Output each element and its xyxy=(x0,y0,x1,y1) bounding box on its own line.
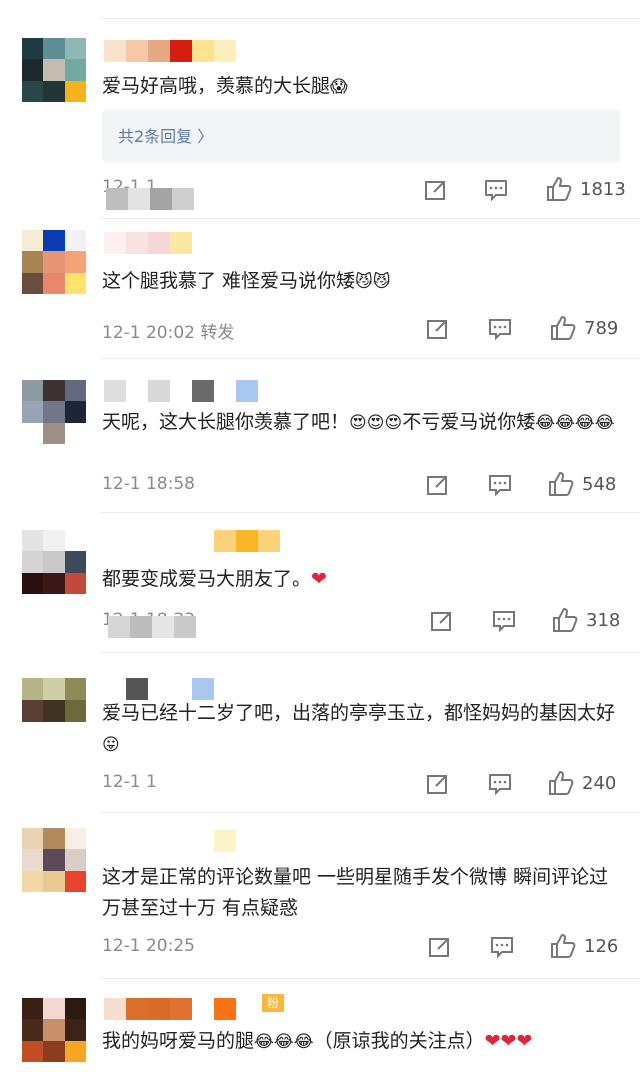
comment-icon xyxy=(488,317,512,341)
username-blurred[interactable] xyxy=(214,530,280,552)
like-icon xyxy=(552,607,578,633)
comment-time: 12-1 20:25 xyxy=(102,936,195,956)
divider xyxy=(100,358,640,359)
comment-time: 12-1 1 xyxy=(102,772,157,792)
comment-icon xyxy=(490,935,514,959)
share-button[interactable] xyxy=(426,317,450,341)
like-button[interactable]: 126 xyxy=(550,933,618,959)
blurred-mosaic xyxy=(106,188,194,210)
avatar[interactable] xyxy=(22,530,86,594)
like-button[interactable]: 240 xyxy=(548,770,616,796)
comment-button[interactable] xyxy=(488,473,512,497)
avatar[interactable] xyxy=(22,998,86,1062)
comment-7: 粉 我的妈呀爱马的腿😂😂😂（原谅我的关注点）❤❤❤ xyxy=(0,978,640,1072)
comment-text: 天呢，这大长腿你羡慕了吧！😍😍😍不亏爱马说你矮😂😂😂😂 xyxy=(102,411,615,433)
username-blurred[interactable] xyxy=(104,380,258,402)
comment-2: 这个腿我慕了 难怪爱马说你矮😼😼 12-1 20:02 转发 789 xyxy=(0,218,640,358)
username-blurred[interactable] xyxy=(126,678,214,700)
cat-emoji-icon: 😼😼 xyxy=(355,272,391,292)
avatar[interactable] xyxy=(22,678,86,722)
like-button[interactable]: 1813 xyxy=(546,176,626,202)
share-button[interactable] xyxy=(426,473,450,497)
comment-icon xyxy=(492,609,516,633)
laughing-emoji-icon: 😂😂😂😂 xyxy=(535,413,615,433)
like-icon xyxy=(546,176,572,202)
divider xyxy=(100,18,640,19)
comment-text: 爱马已经十二岁了吧，出落的亭亭玉立，都怪妈妈的基因太好😛 xyxy=(102,702,616,755)
share-icon xyxy=(426,317,450,341)
comment-3: 天呢，这大长腿你羡慕了吧！😍😍😍不亏爱马说你矮😂😂😂😂 12-1 18:58 5… xyxy=(0,358,640,512)
share-icon xyxy=(424,178,448,202)
reply-thread-link[interactable]: 共2条回复 〉 xyxy=(102,110,620,162)
comment-1: 爱马好高哦，羡慕的大长腿😱 共2条回复 〉 12-1 1 1813 xyxy=(0,0,640,218)
avatar[interactable] xyxy=(22,380,86,444)
comment-6: 这才是正常的评论数量吧 一些明星随手发个微博 瞬间评论过万甚至过十万 有点疑惑 … xyxy=(0,812,640,978)
avatar[interactable] xyxy=(22,38,86,102)
like-button[interactable]: 789 xyxy=(550,315,618,341)
comment-time: 12-1 20:02 转发 xyxy=(102,323,235,343)
comment-button[interactable] xyxy=(492,609,516,633)
comment-text: 这才是正常的评论数量吧 一些明星随手发个微博 瞬间评论过万甚至过十万 有点疑惑 xyxy=(102,866,609,919)
comment-text: 这个腿我慕了 难怪爱马说你矮😼😼 xyxy=(102,270,391,292)
fan-badge: 粉 xyxy=(262,994,284,1016)
like-icon xyxy=(550,933,576,959)
like-icon xyxy=(550,315,576,341)
share-icon xyxy=(426,772,450,796)
tongue-emoji-icon: 😛 xyxy=(102,735,120,755)
share-icon xyxy=(426,473,450,497)
heart-emoji-icon: ❤❤❤ xyxy=(484,1030,533,1052)
share-icon xyxy=(428,935,452,959)
blurred-mosaic xyxy=(108,616,196,638)
comment-button[interactable] xyxy=(488,772,512,796)
comment-5: 爱马已经十二岁了吧，出落的亭亭玉立，都怪妈妈的基因太好😛 12-1 1 240 xyxy=(0,652,640,812)
like-icon xyxy=(548,471,574,497)
username-blurred[interactable] xyxy=(104,232,192,254)
avatar[interactable] xyxy=(22,230,86,294)
comment-icon xyxy=(488,772,512,796)
divider xyxy=(100,652,640,653)
avatar[interactable] xyxy=(22,828,86,892)
comment-icon xyxy=(484,178,508,202)
username-blurred[interactable] xyxy=(214,830,236,852)
comment-button[interactable] xyxy=(490,935,514,959)
comment-text: 都要变成爱马大朋友了。❤ xyxy=(102,568,327,590)
comment-text: 我的妈呀爱马的腿😂😂😂（原谅我的关注点）❤❤❤ xyxy=(102,1030,533,1052)
comment-time: 12-1 18:58 xyxy=(102,474,195,494)
comment-text: 爱马好高哦，羡慕的大长腿😱 xyxy=(102,75,348,97)
heart-eyes-emoji-icon: 😍😍😍 xyxy=(349,413,403,433)
like-button[interactable]: 548 xyxy=(548,471,616,497)
divider xyxy=(100,218,640,219)
share-button[interactable] xyxy=(424,178,448,202)
username-blurred[interactable] xyxy=(104,40,236,62)
comment-4: 都要变成爱马大朋友了。❤ 12-1 18:33 318 xyxy=(0,512,640,652)
like-button[interactable]: 318 xyxy=(552,607,620,633)
divider xyxy=(100,512,640,513)
username-blurred[interactable] xyxy=(104,998,236,1020)
like-icon xyxy=(548,770,574,796)
heart-emoji-icon: ❤ xyxy=(311,568,327,590)
comment-button[interactable] xyxy=(488,317,512,341)
share-button[interactable] xyxy=(426,772,450,796)
share-icon xyxy=(430,609,454,633)
comment-button[interactable] xyxy=(484,178,508,202)
laughing-crying-emoji-icon: 😂😂😂 xyxy=(254,1032,314,1052)
share-button[interactable] xyxy=(428,935,452,959)
divider xyxy=(100,812,640,813)
divider xyxy=(100,978,640,979)
share-button[interactable] xyxy=(430,609,454,633)
comment-icon xyxy=(488,473,512,497)
scream-emoji-icon: 😱 xyxy=(330,77,348,97)
